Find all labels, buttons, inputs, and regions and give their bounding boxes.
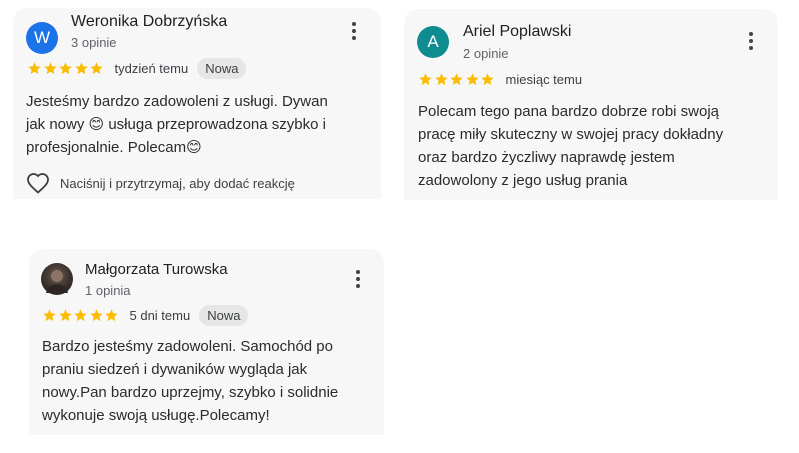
- review-card: A Ariel Poplawski 2 opinie miesiąc temu …: [404, 9, 778, 200]
- heart-icon: [27, 173, 49, 194]
- review-time: miesiąc temu: [505, 71, 583, 87]
- star-icon: [419, 72, 432, 85]
- star-rating: [42, 308, 120, 323]
- review-count: 3 opinie: [71, 35, 117, 50]
- review-text-line: Bardzo jesteśmy zadowoleni. Samochód po: [42, 338, 333, 355]
- review-time: 5 dni temu: [129, 307, 191, 323]
- more-options-icon[interactable]: [344, 18, 364, 44]
- review-text: Polecam tego pana bardzo dobrze robi swo…: [418, 100, 723, 192]
- review-count: 2 opinie: [463, 46, 509, 61]
- star-icon: [465, 72, 479, 85]
- new-badge: Nowa: [199, 304, 249, 326]
- reaction-button[interactable]: Naciśnij i przytrzymaj, aby dodać reakcj…: [26, 172, 295, 194]
- star-icon: [481, 72, 494, 85]
- review-text-line: wykonuje swoją usługę.Polecamy!: [42, 407, 270, 424]
- more-options-icon[interactable]: [348, 266, 368, 292]
- rating-row: miesiąc temu: [418, 68, 582, 90]
- star-icon: [59, 61, 72, 74]
- review-count: 1 opinia: [85, 283, 131, 298]
- review-text: Jesteśmy bardzo zadowoleni z usługi. Dyw…: [26, 90, 328, 159]
- star-icon: [74, 61, 88, 74]
- review-card: Małgorzata Turowska 1 opinia 5 dni temu …: [29, 249, 384, 435]
- review-text-line: Polecam tego pana bardzo dobrze robi swo…: [418, 103, 720, 120]
- review-time: tydzień temu: [114, 60, 189, 76]
- author-name[interactable]: Małgorzata Turowska: [85, 261, 228, 278]
- avatar[interactable]: [41, 263, 73, 295]
- star-icon: [105, 308, 118, 321]
- review-card: W Weronika Dobrzyńska 3 opinie tydzień t…: [13, 8, 381, 199]
- review-text-line: oraz bardzo życzliwy naprawdę jestem: [418, 149, 675, 166]
- star-icon: [43, 61, 57, 74]
- avatar-photo-icon: [46, 270, 68, 293]
- review-text-line: nowy.Pan bardzo uprzejmy, szybko i solid…: [42, 384, 339, 401]
- star-icon: [450, 72, 463, 85]
- star-rating: [418, 72, 496, 87]
- review-text-line: Jesteśmy bardzo zadowoleni z usługi. Dyw…: [26, 93, 328, 110]
- star-icon: [74, 308, 87, 321]
- star-rating: [27, 61, 105, 76]
- star-icon: [90, 61, 103, 74]
- author-name[interactable]: Ariel Poplawski: [463, 23, 571, 41]
- review-text-line: jak nowy 😊 usługa przeprowadzona szybko …: [26, 116, 326, 133]
- new-badge: Nowa: [197, 57, 247, 79]
- rating-row: tydzień temu Nowa: [27, 57, 247, 79]
- star-icon: [28, 61, 41, 74]
- star-icon: [58, 308, 72, 321]
- reaction-hint: Naciśnij i przytrzymaj, aby dodać reakcj…: [60, 175, 295, 191]
- review-text-line: profesjonalnie. Polecam😊: [26, 139, 202, 156]
- star-icon: [434, 72, 448, 85]
- star-icon: [89, 308, 103, 321]
- review-text-line: pracę miły skuteczny w swojej pracy dokł…: [418, 126, 724, 143]
- star-icon: [43, 308, 56, 321]
- author-name[interactable]: Weronika Dobrzyńska: [71, 13, 227, 31]
- more-options-icon[interactable]: [741, 28, 761, 54]
- review-text-line: praniu siedzeń i dywaników wygląda jak: [42, 361, 308, 378]
- avatar[interactable]: A: [417, 26, 449, 58]
- review-text-line: zadowolony z jego usług prania: [418, 172, 628, 189]
- rating-row: 5 dni temu Nowa: [42, 304, 249, 326]
- avatar[interactable]: W: [26, 22, 58, 54]
- review-text: Bardzo jesteśmy zadowoleni. Samochód po …: [42, 335, 338, 427]
